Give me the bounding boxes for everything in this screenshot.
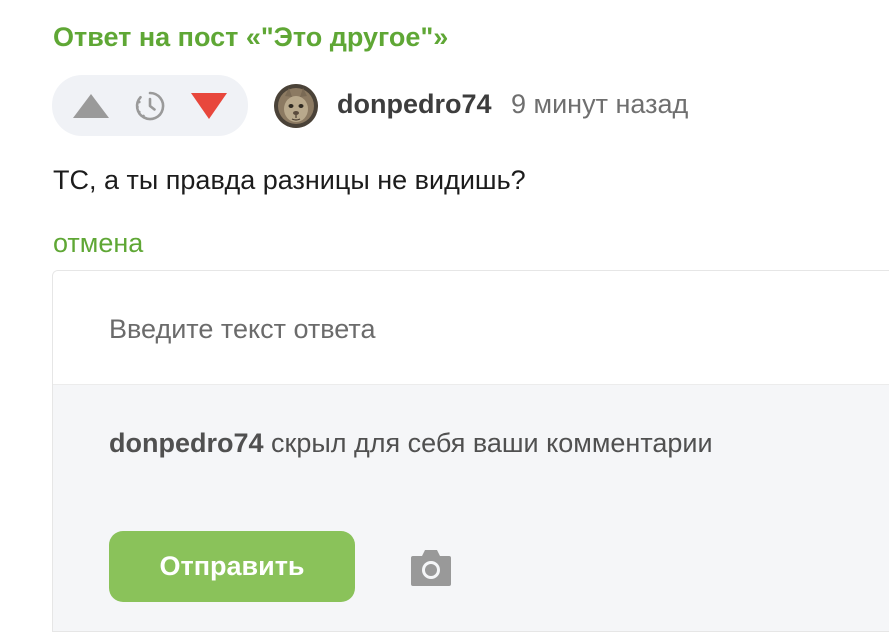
downvote-button[interactable] [186, 75, 232, 136]
author-name[interactable]: donpedro74 [337, 89, 492, 120]
cancel-link[interactable]: отмена [53, 228, 143, 259]
notice-text: скрыл для себя ваши комментарии [263, 428, 713, 458]
hidden-comments-notice: donpedro74 скрыл для себя ваши комментар… [109, 428, 713, 459]
send-button[interactable]: Отправить [109, 531, 355, 602]
reply-title: Ответ на пост «"Это другое"» [53, 22, 449, 52]
reply-form-footer: donpedro74 скрыл для себя ваши комментар… [53, 385, 889, 631]
attach-image-button[interactable] [409, 548, 453, 588]
reply-input-placeholder: Введите текст ответа [109, 314, 376, 344]
camera-icon [411, 550, 451, 586]
upvote-icon [73, 93, 109, 118]
upvote-button[interactable] [70, 75, 112, 136]
timer-button[interactable] [130, 75, 170, 136]
downvote-icon [191, 92, 227, 119]
notice-username: donpedro74 [109, 428, 264, 458]
author-avatar[interactable] [274, 84, 318, 128]
vote-controls [52, 75, 248, 136]
reply-form: Введите текст ответа donpedro74 скрыл дл… [52, 270, 889, 632]
comment-timestamp: 9 минут назад [511, 89, 689, 119]
reply-input[interactable]: Введите текст ответа [53, 271, 889, 385]
timer-icon [135, 91, 165, 120]
comment-text: ТС, а ты правда разницы не видишь? [53, 165, 526, 195]
avatar-image [274, 84, 318, 128]
